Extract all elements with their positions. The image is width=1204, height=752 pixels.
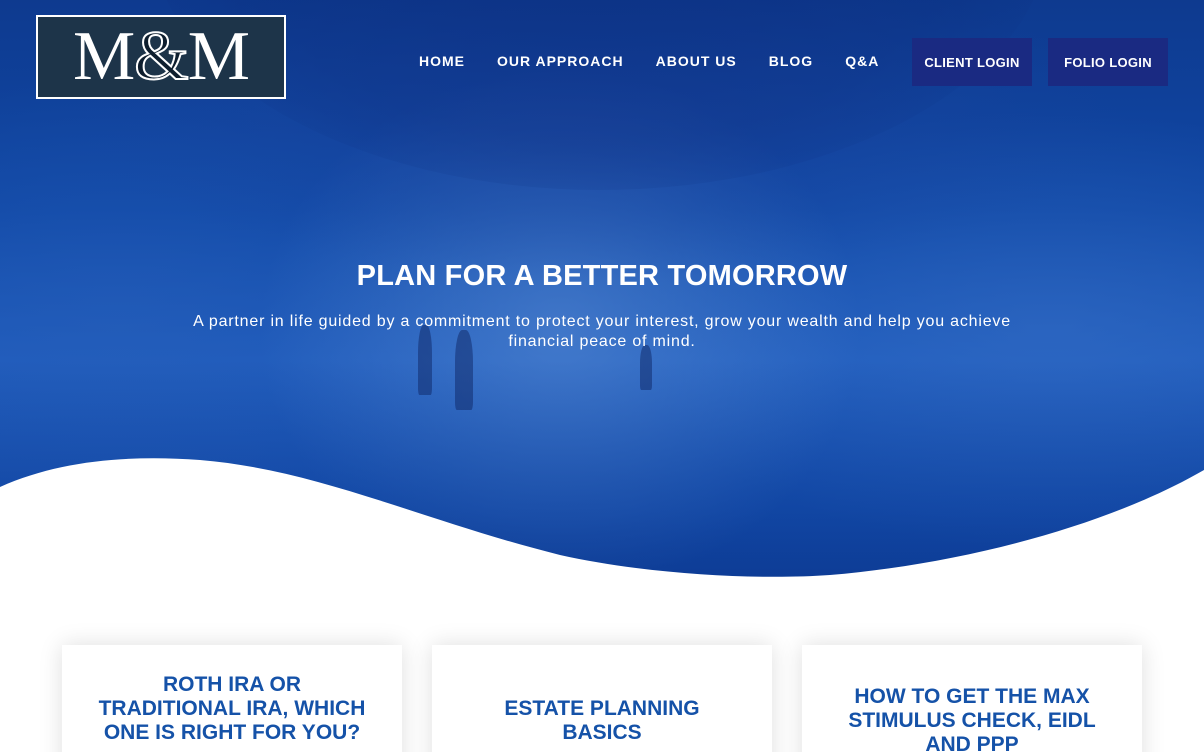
folio-login-button[interactable]: FOLIO LOGIN (1048, 38, 1168, 86)
logo-letter-right: M (187, 18, 250, 95)
company-logo[interactable]: M&M (36, 15, 286, 99)
logo-wordmark: M&M (73, 21, 250, 93)
nav-item-our-approach[interactable]: OUR APPROACH (497, 53, 624, 69)
blog-card-estate-planning[interactable]: ESTATE PLANNING BASICS (432, 645, 772, 752)
hero-subtitle: A partner in life guided by a commitment… (193, 313, 1011, 350)
hero-title: PLAN FOR A BETTER TOMORROW (356, 260, 848, 292)
card-title[interactable]: ESTATE PLANNING BASICS (462, 697, 742, 745)
client-login-button[interactable]: CLIENT LOGIN (912, 38, 1032, 86)
blog-card-stimulus[interactable]: HOW TO GET THE MAX STIMULUS CHECK, EIDL … (802, 645, 1142, 752)
logo-ampersand: & (133, 18, 189, 95)
main-nav: HOME OUR APPROACH ABOUT US BLOG Q&A (419, 53, 911, 69)
logo-letter-left: M (73, 18, 135, 95)
blog-card-roth-ira[interactable]: ROTH IRA OR TRADITIONAL IRA, WHICH ONE I… (62, 645, 402, 752)
card-title[interactable]: HOW TO GET THE MAX STIMULUS CHECK, EIDL … (832, 685, 1112, 752)
hero-wave-divider (0, 458, 1204, 752)
nav-item-about-us[interactable]: ABOUT US (656, 53, 737, 69)
page: M&M HOME OUR APPROACH ABOUT US BLOG Q&A … (0, 0, 1204, 752)
nav-item-blog[interactable]: BLOG (769, 53, 813, 69)
nav-item-qa[interactable]: Q&A (845, 53, 879, 69)
card-title[interactable]: ROTH IRA OR TRADITIONAL IRA, WHICH ONE I… (92, 673, 372, 745)
nav-item-home[interactable]: HOME (419, 53, 465, 69)
